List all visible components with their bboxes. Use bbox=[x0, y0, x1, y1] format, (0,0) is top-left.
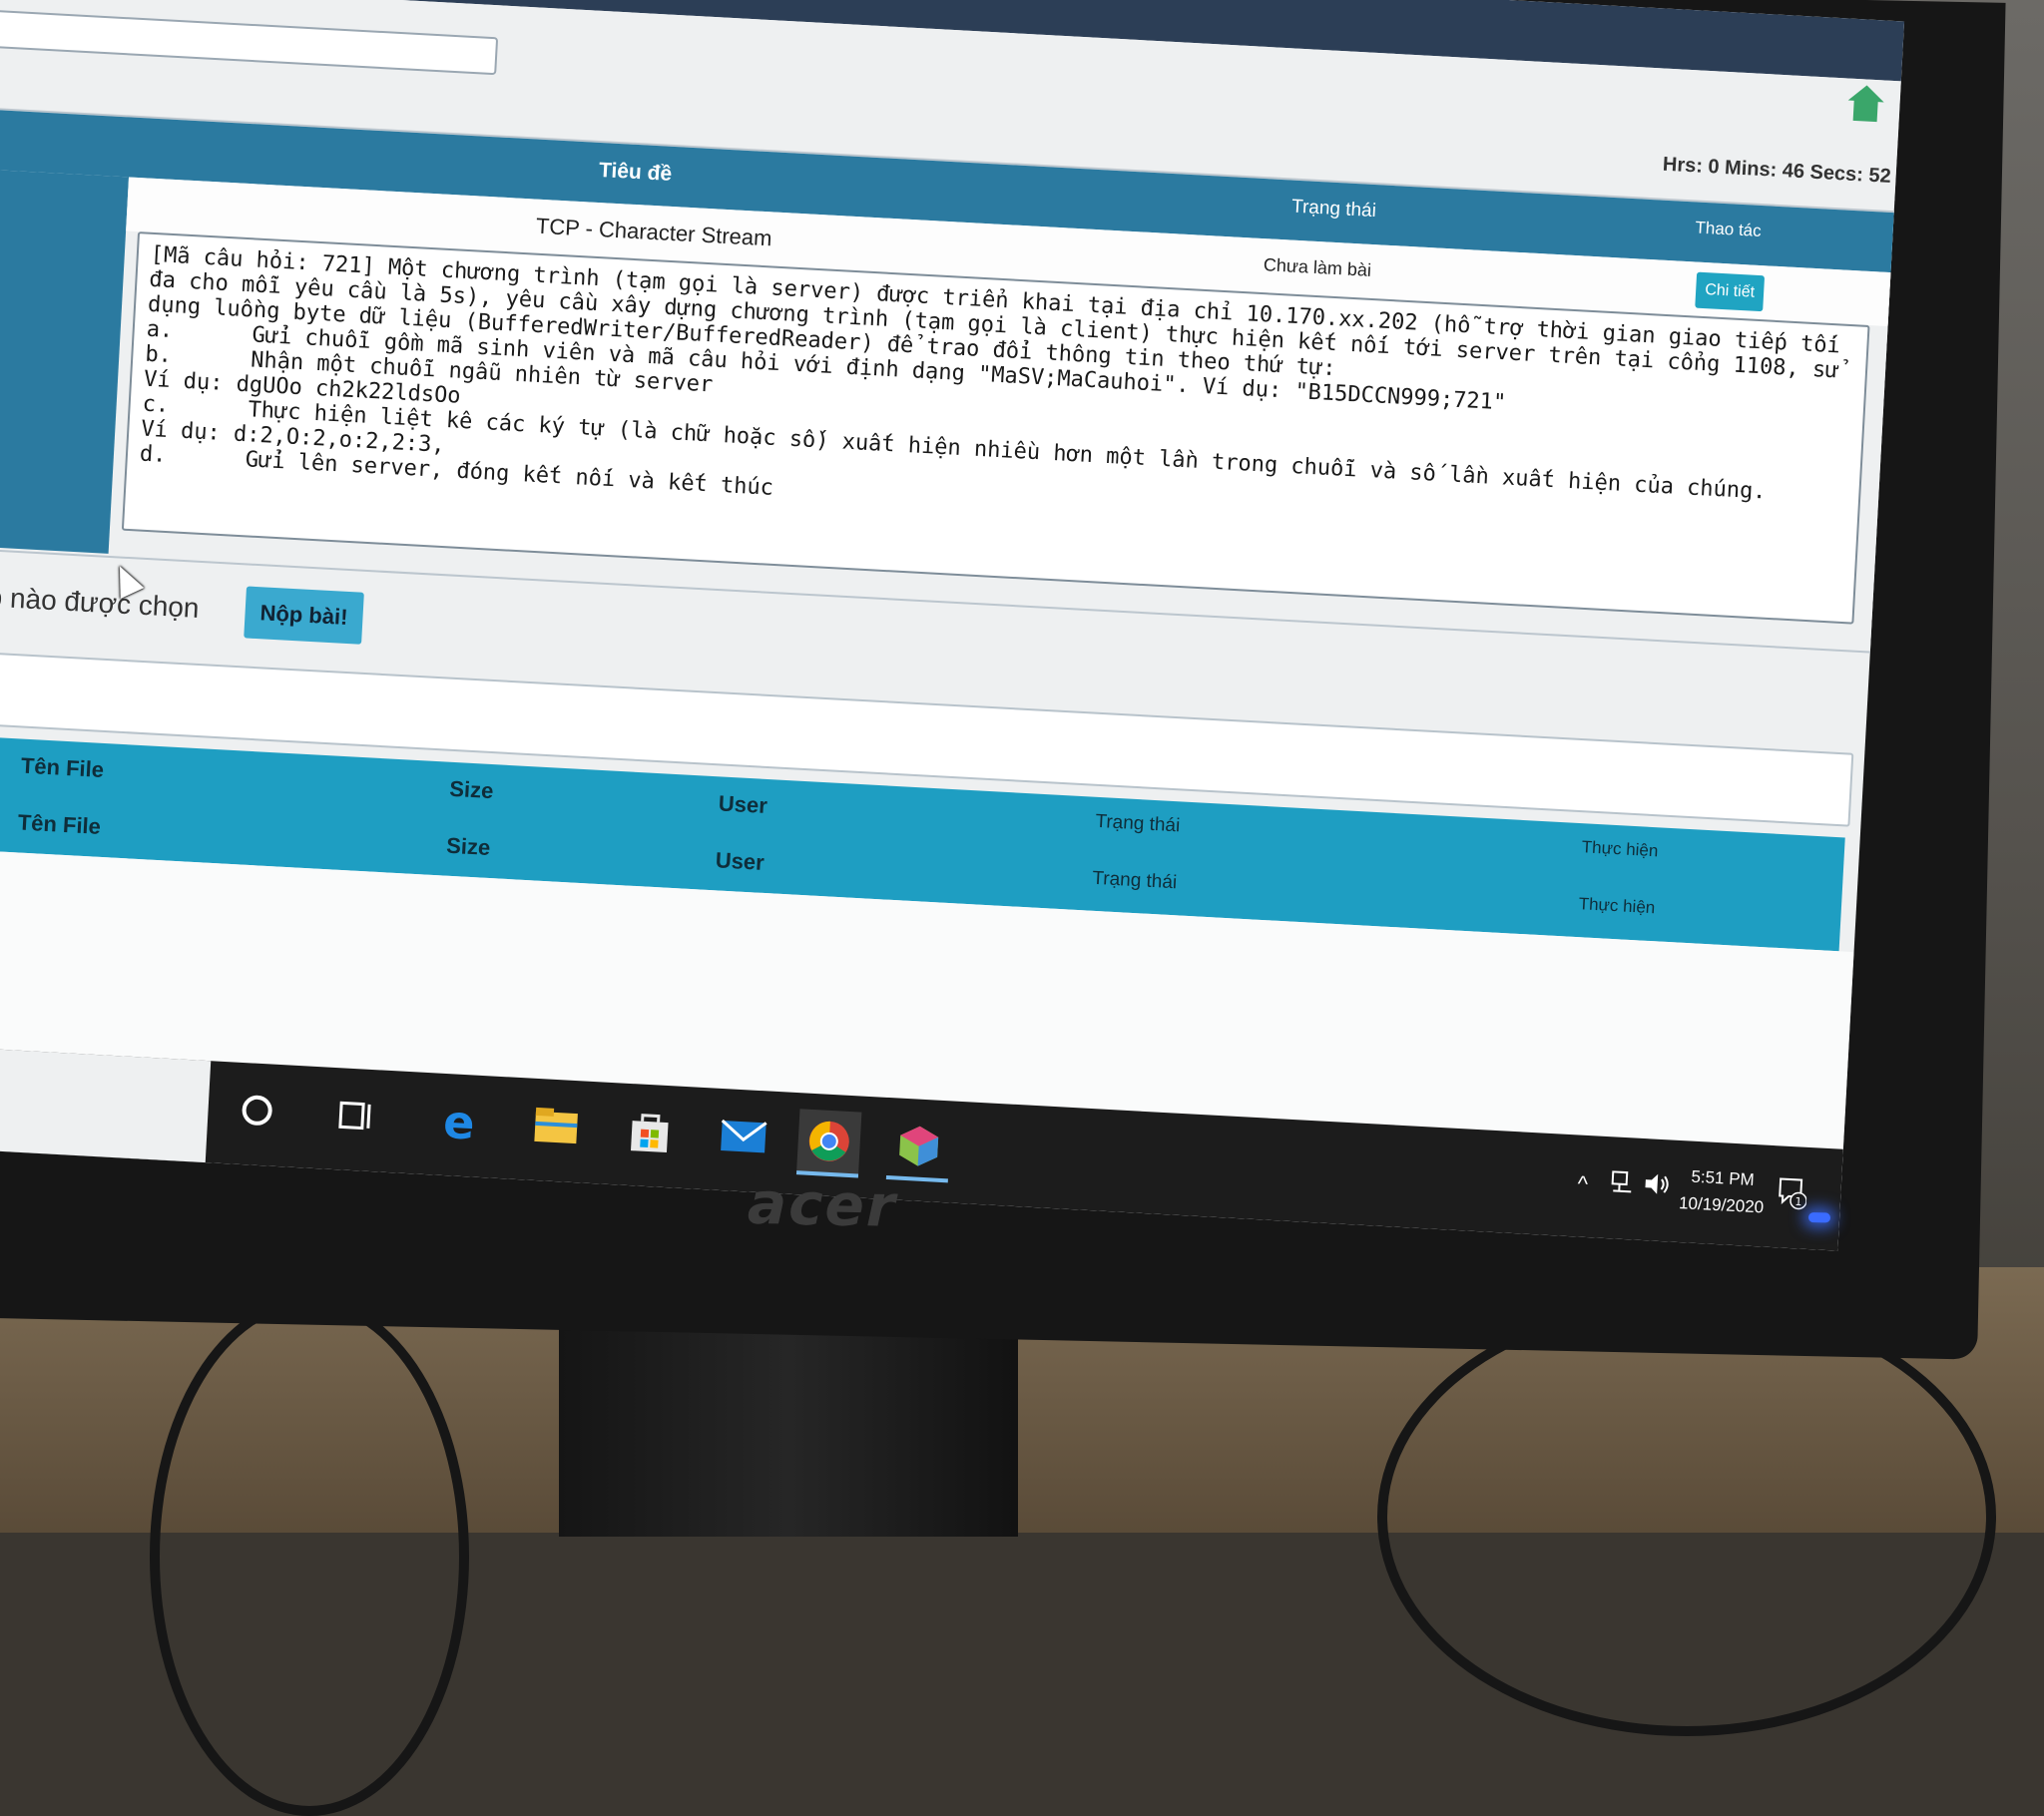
store-icon[interactable] bbox=[617, 1099, 682, 1163]
column-action: Thực hiện bbox=[1581, 837, 1659, 861]
chrome-icon[interactable] bbox=[796, 1109, 861, 1177]
notification-count: 1 bbox=[1794, 1195, 1802, 1208]
monitor-bezel: Hrs: 0 Mins: 46 Secs: 52 Tiêu đề Trạng t… bbox=[0, 0, 2006, 1360]
taskbar-clock[interactable]: 5:51 PM 10/19/2020 bbox=[1676, 1162, 1769, 1221]
column-file-name: Tên File bbox=[17, 809, 101, 839]
cortana-circle-icon[interactable] bbox=[225, 1078, 289, 1142]
power-led bbox=[1808, 1212, 1830, 1222]
cable bbox=[1377, 1297, 1996, 1736]
questions-panel: Tiêu đề Trạng thái Thao tác TCP - Charac… bbox=[0, 106, 1898, 654]
column-file-name: Tên File bbox=[20, 753, 104, 783]
column-status: Trạng thái bbox=[1095, 811, 1181, 838]
questions-sidebar bbox=[0, 168, 129, 554]
taskbar-desktop-strip bbox=[0, 1044, 211, 1162]
file-chooser-status[interactable]: có tệp nào được chọn bbox=[0, 578, 200, 625]
column-status: Trạng thái bbox=[1291, 197, 1377, 224]
clock-date: 10/19/2020 bbox=[1676, 1189, 1767, 1221]
column-action: Thực hiện bbox=[1578, 894, 1656, 918]
question-title: TCP - Character Stream bbox=[535, 214, 772, 252]
column-user: User bbox=[715, 847, 765, 876]
cable bbox=[150, 1297, 469, 1816]
show-hidden-icons-chevron-icon[interactable]: ^ bbox=[1577, 1170, 1589, 1197]
edge-icon[interactable]: e bbox=[430, 1089, 495, 1153]
svg-text:e: e bbox=[442, 1098, 476, 1145]
screen: Hrs: 0 Mins: 46 Secs: 52 Tiêu đề Trạng t… bbox=[0, 0, 1904, 1251]
submit-button[interactable]: Nộp bài! bbox=[244, 586, 364, 644]
column-size: Size bbox=[446, 833, 491, 861]
network-icon[interactable] bbox=[1609, 1168, 1636, 1195]
volume-icon[interactable] bbox=[1643, 1170, 1672, 1197]
detail-button[interactable]: Chi tiết bbox=[1695, 272, 1765, 312]
task-view-icon[interactable] bbox=[322, 1083, 387, 1147]
column-title: Tiêu đề bbox=[598, 159, 672, 187]
action-center-icon[interactable]: 1 bbox=[1776, 1175, 1807, 1211]
file-explorer-icon[interactable] bbox=[524, 1094, 589, 1158]
column-size: Size bbox=[449, 776, 494, 804]
column-action: Thao tác bbox=[1695, 218, 1762, 241]
mail-icon[interactable] bbox=[711, 1105, 775, 1169]
monitor-brand-logo: acer bbox=[747, 1169, 897, 1240]
column-status: Trạng thái bbox=[1092, 868, 1178, 895]
home-icon[interactable] bbox=[1845, 82, 1887, 124]
column-user: User bbox=[718, 790, 767, 819]
question-status: Chưa làm bài bbox=[1263, 254, 1371, 281]
